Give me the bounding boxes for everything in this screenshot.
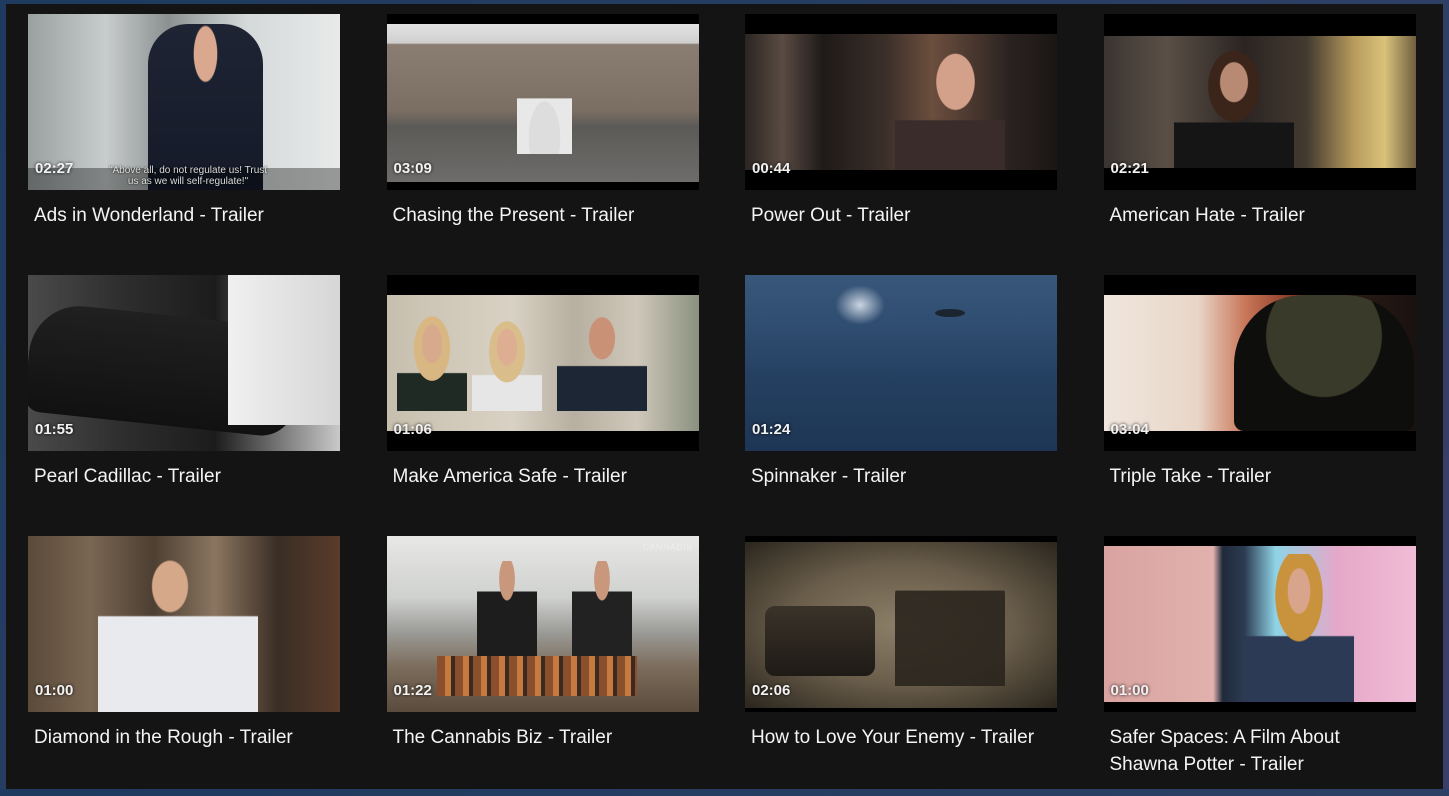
video-title[interactable]: Spinnaker - Trailer (751, 463, 1051, 490)
video-thumbnail[interactable]: 03:04 (1103, 275, 1416, 451)
video-duration: 03:09 (393, 160, 432, 177)
video-thumbnail[interactable]: 01:00 (28, 536, 340, 712)
video-thumbnail[interactable]: 01:00 (1103, 536, 1416, 712)
video-duration: 01:22 (393, 682, 432, 699)
video-title[interactable]: Pearl Cadillac - Trailer (34, 463, 334, 490)
video-thumbnail[interactable]: 01:55 (28, 275, 340, 451)
video-thumbnail[interactable]: 02:06 (745, 536, 1057, 712)
video-duration: 02:21 (1110, 160, 1149, 177)
video-card[interactable]: CANNABIS 01:22 The Cannabis Biz - Traile… (386, 536, 699, 796)
video-thumbnail[interactable]: 03:09 (386, 14, 699, 190)
video-title[interactable]: The Cannabis Biz - Trailer (393, 724, 693, 751)
video-card[interactable]: 01:55 Pearl Cadillac - Trailer (28, 275, 340, 536)
video-duration: 01:00 (1110, 682, 1149, 699)
video-title[interactable]: Ads in Wonderland - Trailer (34, 202, 334, 229)
video-thumbnail[interactable]: 00:44 (745, 14, 1057, 190)
video-title[interactable]: Safer Spaces: A Film About Shawna Potter… (1110, 724, 1410, 778)
video-title[interactable]: Diamond in the Rough - Trailer (34, 724, 334, 751)
channel-logo: CANNABIS (642, 542, 693, 552)
video-title[interactable]: How to Love Your Enemy - Trailer (751, 724, 1051, 751)
video-duration: 01:24 (752, 421, 791, 438)
video-title[interactable]: Triple Take - Trailer (1110, 463, 1410, 490)
video-duration: 02:27 (35, 160, 74, 177)
video-duration: 03:04 (1110, 421, 1149, 438)
video-card[interactable]: 01:06 Make America Safe - Trailer (386, 275, 699, 536)
video-thumbnail[interactable]: 02:21 (1103, 14, 1416, 190)
video-thumbnail[interactable]: 01:06 (386, 275, 699, 451)
video-thumbnail[interactable]: 01:24 (745, 275, 1057, 451)
video-card[interactable]: "Above all, do not regulate us! Trust us… (28, 14, 340, 275)
video-card[interactable]: 02:06 How to Love Your Enemy - Trailer (745, 536, 1057, 796)
video-duration: 01:00 (35, 682, 74, 699)
video-title[interactable]: American Hate - Trailer (1110, 202, 1410, 229)
video-title[interactable]: Power Out - Trailer (751, 202, 1051, 229)
video-thumbnail[interactable]: "Above all, do not regulate us! Trust us… (28, 14, 340, 190)
video-card[interactable]: 01:00 Diamond in the Rough - Trailer (28, 536, 340, 796)
video-duration: 01:55 (35, 421, 74, 438)
video-card[interactable]: 01:24 Spinnaker - Trailer (745, 275, 1057, 536)
video-duration: 00:44 (752, 160, 791, 177)
video-grid-panel: "Above all, do not regulate us! Trust us… (6, 4, 1443, 789)
video-duration: 02:06 (752, 682, 791, 699)
video-thumbnail[interactable]: CANNABIS 01:22 (386, 536, 699, 712)
video-card[interactable]: 01:00 Safer Spaces: A Film About Shawna … (1103, 536, 1416, 796)
video-subtitle-caption: "Above all, do not regulate us! Trust us… (108, 165, 268, 187)
video-grid: "Above all, do not regulate us! Trust us… (28, 14, 1416, 796)
video-title[interactable]: Chasing the Present - Trailer (393, 202, 693, 229)
video-card[interactable]: 03:04 Triple Take - Trailer (1103, 275, 1416, 536)
video-duration: 01:06 (393, 421, 432, 438)
video-card[interactable]: 03:09 Chasing the Present - Trailer (386, 14, 699, 275)
video-card[interactable]: 02:21 American Hate - Trailer (1103, 14, 1416, 275)
video-title[interactable]: Make America Safe - Trailer (393, 463, 693, 490)
video-card[interactable]: 00:44 Power Out - Trailer (745, 14, 1057, 275)
